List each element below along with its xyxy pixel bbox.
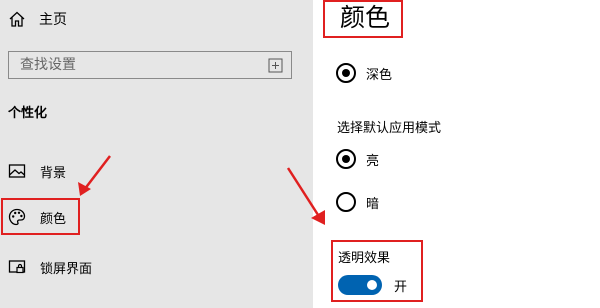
app-mode-label: 选择默认应用模式 bbox=[337, 121, 442, 136]
sidebar-item-color[interactable]: 颜色 bbox=[8, 206, 66, 228]
home-nav-item[interactable]: 主页 bbox=[8, 8, 67, 30]
sidebar-item-background[interactable]: 背景 bbox=[8, 160, 66, 182]
image-icon bbox=[8, 164, 26, 178]
lock-screen-icon bbox=[8, 260, 26, 274]
transparency-label: 透明效果 bbox=[338, 251, 391, 266]
sidebar: 主页 个性化 背景 颜色 锁屏界面 bbox=[0, 0, 313, 308]
radio-label: 深色 bbox=[366, 67, 393, 83]
search-box bbox=[8, 51, 292, 79]
transparency-toggle[interactable] bbox=[338, 275, 382, 295]
radio-button[interactable] bbox=[336, 149, 356, 169]
search-input[interactable] bbox=[10, 53, 270, 77]
sidebar-item-label: 颜色 bbox=[40, 211, 67, 227]
section-title: 个性化 bbox=[8, 106, 48, 121]
radio-label: 暗 bbox=[366, 196, 380, 212]
sidebar-item-lock-screen[interactable]: 锁屏界面 bbox=[8, 256, 92, 278]
page-title: 颜色 bbox=[340, 3, 391, 32]
toggle-knob bbox=[367, 280, 377, 290]
sidebar-item-label: 锁屏界面 bbox=[40, 261, 93, 277]
sidebar-item-label: 背景 bbox=[40, 165, 67, 181]
radio-label: 亮 bbox=[366, 153, 380, 169]
radio-dark[interactable]: 深色 bbox=[336, 62, 392, 84]
home-icon bbox=[9, 11, 25, 27]
palette-icon bbox=[8, 208, 26, 226]
radio-dark-mode[interactable]: 暗 bbox=[336, 191, 379, 213]
toggle-state-label: 开 bbox=[394, 279, 408, 295]
home-label: 主页 bbox=[39, 12, 67, 28]
radio-button[interactable] bbox=[336, 192, 356, 212]
radio-light-mode[interactable]: 亮 bbox=[336, 148, 379, 170]
radio-button[interactable] bbox=[336, 63, 356, 83]
search-icon[interactable] bbox=[268, 58, 283, 73]
transparency-toggle-row: 开 bbox=[338, 274, 407, 296]
